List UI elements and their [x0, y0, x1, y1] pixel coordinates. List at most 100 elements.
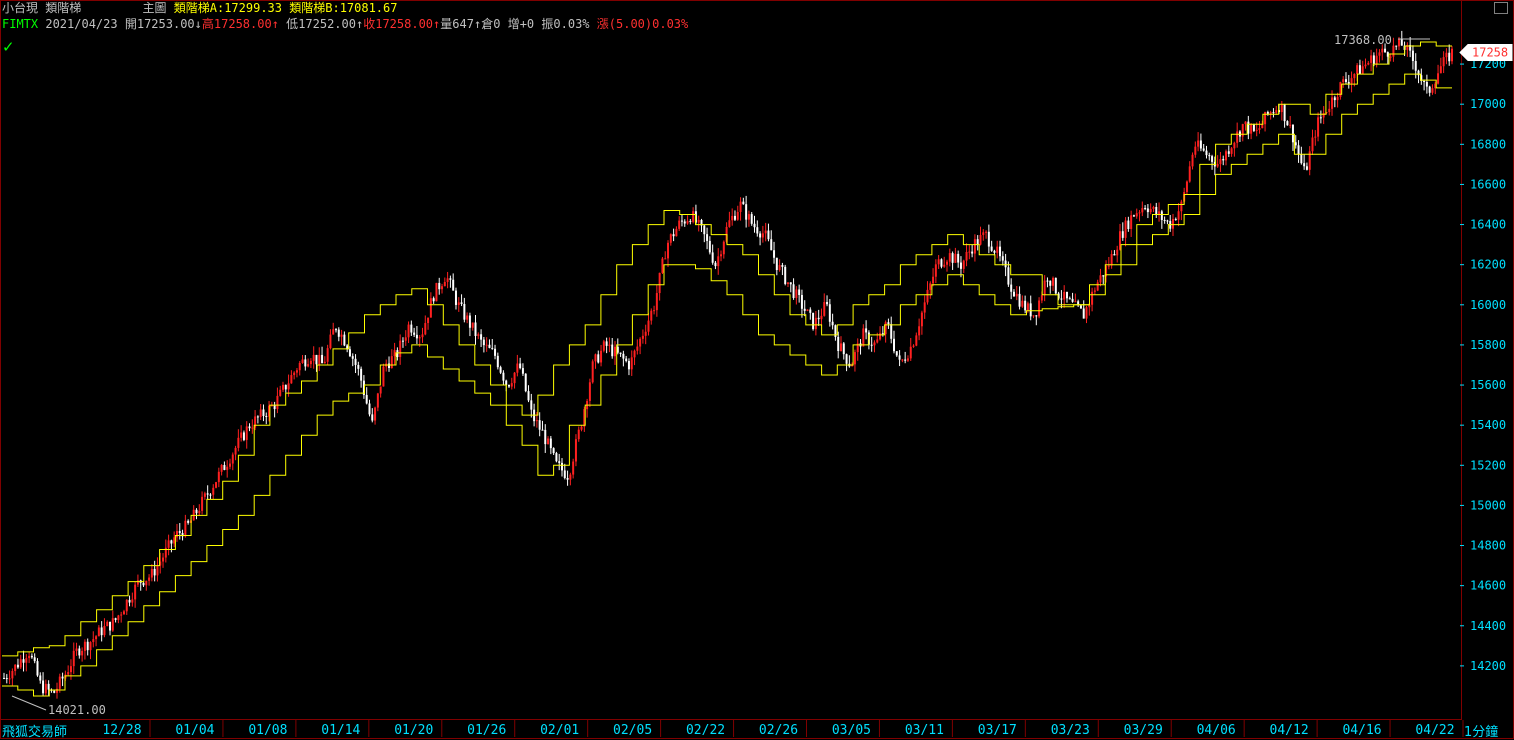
candle-body: [220, 465, 223, 472]
candle-body: [273, 405, 276, 410]
candle-body: [468, 315, 471, 328]
candle-body: [142, 582, 145, 586]
candle-body: [1138, 212, 1141, 214]
candle-body: [114, 618, 117, 620]
candle-body: [839, 343, 842, 352]
candle-body: [1319, 117, 1322, 119]
candle-body: [58, 676, 61, 689]
candle-body: [630, 357, 633, 370]
candle-body: [513, 372, 516, 384]
candle-body: [284, 384, 287, 390]
y-tick-label: 15400: [1470, 418, 1506, 432]
candle-body: [125, 599, 128, 612]
candle-body: [111, 618, 114, 631]
candle-body: [106, 621, 109, 627]
candle-body: [1074, 301, 1077, 303]
candle-body: [644, 331, 647, 336]
candle-body: [985, 231, 988, 233]
candle-body: [929, 283, 932, 290]
candle-body: [1314, 136, 1317, 138]
candle-body: [1297, 145, 1300, 155]
candle-body: [1024, 300, 1027, 311]
candle-body: [1269, 112, 1272, 114]
candle-body: [641, 335, 644, 339]
candle-body: [11, 670, 14, 679]
period-button[interactable]: 1分鐘: [1464, 721, 1498, 740]
candle-body: [993, 250, 996, 253]
candle-body: [767, 230, 770, 240]
candle-body: [226, 466, 229, 470]
candle-body: [19, 659, 22, 668]
candle-body: [806, 309, 809, 311]
candle-body: [237, 437, 240, 448]
candle-body: [516, 363, 519, 373]
candle-body: [1158, 211, 1161, 215]
candle-body: [717, 256, 720, 267]
y-tick-label: 15000: [1470, 498, 1506, 512]
candle-body: [1294, 142, 1297, 146]
candle-body: [340, 334, 343, 337]
candle-body: [770, 239, 773, 251]
candle-body: [1141, 208, 1144, 213]
y-tick-label: 14200: [1470, 659, 1506, 673]
candle-body: [329, 334, 332, 349]
candle-body: [831, 321, 834, 326]
candle-body: [393, 350, 396, 357]
candle-body: [521, 368, 524, 374]
candle-body: [887, 322, 890, 325]
candle-body: [789, 282, 792, 285]
x-tick-label: 02/22: [686, 723, 725, 738]
candle-body: [449, 278, 452, 280]
candle-body: [946, 261, 949, 265]
candle-body: [1010, 284, 1013, 292]
candle-body: [1411, 50, 1414, 62]
candle-body: [1428, 86, 1431, 93]
candle-body: [619, 352, 622, 354]
candle-body: [669, 234, 672, 243]
candle-body: [538, 420, 541, 430]
candle-body: [597, 354, 600, 363]
candle-body: [530, 400, 533, 410]
candle-body: [572, 461, 575, 475]
candle-body: [1378, 52, 1381, 56]
candle-body: [427, 317, 430, 324]
candle-body: [1339, 82, 1342, 97]
candle-body: [625, 358, 628, 362]
candle-body: [488, 344, 491, 348]
candle-body: [61, 676, 64, 679]
candle-body: [301, 359, 304, 364]
candle-body: [1121, 231, 1124, 238]
x-tick-label: 01/20: [394, 723, 433, 738]
y-tick-label: 16400: [1470, 218, 1506, 232]
candle-body: [357, 364, 360, 369]
candle-body: [371, 414, 374, 421]
candle-body: [435, 282, 438, 302]
x-tick-label: 04/06: [1197, 723, 1236, 738]
candle-body: [131, 599, 134, 603]
price-chart[interactable]: 14200 14400 14600 14800 15000 15200 15400 15600…: [0, 0, 1514, 739]
candle-body: [1071, 298, 1074, 302]
candle-body: [22, 659, 25, 663]
candle-body: [1272, 112, 1275, 114]
y-tick-label: 16200: [1470, 258, 1506, 272]
candle-body: [1225, 151, 1228, 161]
candle-body: [438, 282, 441, 290]
candle-body: [1155, 206, 1158, 215]
candle-body: [187, 520, 190, 523]
candle-body: [195, 509, 198, 514]
brand-label: 飛狐交易師: [2, 725, 68, 740]
candle-body: [636, 346, 639, 351]
candle-body: [1211, 156, 1214, 162]
candle-body: [150, 568, 153, 578]
candle-body: [971, 251, 974, 254]
candle-body: [742, 201, 745, 205]
candle-body: [1367, 62, 1370, 65]
candle-body: [122, 611, 125, 615]
candle-body: [28, 655, 31, 659]
candle-body: [519, 363, 522, 369]
candle-body: [940, 259, 943, 267]
candle-body: [298, 363, 301, 371]
candle-body: [173, 537, 176, 544]
candle-body: [1197, 140, 1200, 147]
candle-body: [1286, 121, 1289, 126]
